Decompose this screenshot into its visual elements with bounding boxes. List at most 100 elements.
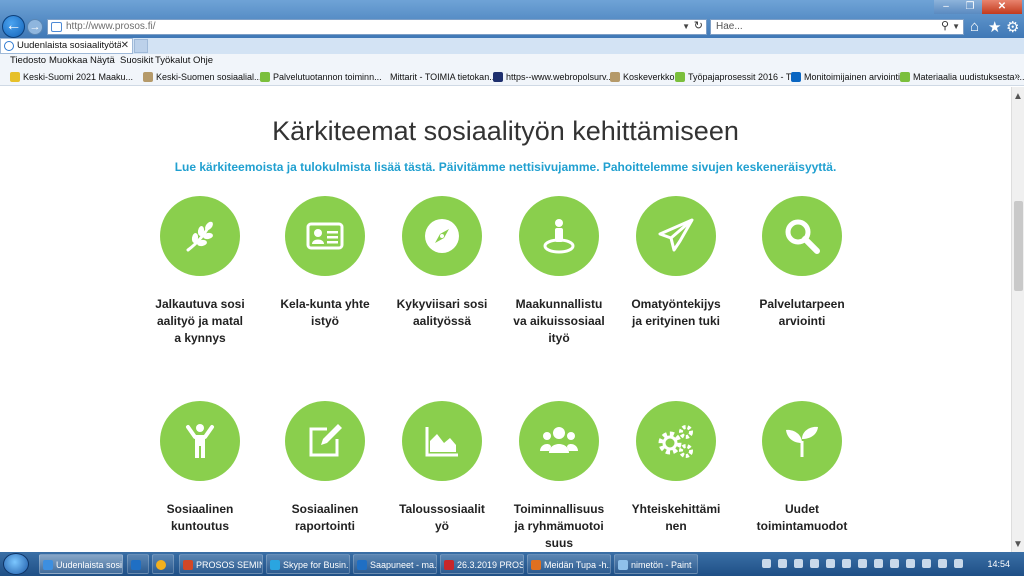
start-button[interactable] — [3, 553, 29, 575]
network-icon[interactable] — [954, 559, 963, 568]
theme-label[interactable]: Taloussosiaalityö — [396, 501, 488, 535]
theme-item-sosiaalinen-raportointi[interactable]: Sosiaalinen raportointi — [270, 401, 380, 535]
favorite-link[interactable]: https--www.webropolsurv... — [493, 68, 613, 86]
search-input[interactable]: Hae... ⚲ ▼ — [710, 19, 964, 35]
search-icon[interactable]: ⚲ — [941, 19, 949, 33]
menu-edit[interactable]: Muokkaa — [49, 54, 88, 68]
taskbar-item[interactable]: Meidän Tupa -h... — [527, 554, 611, 574]
theme-circle[interactable] — [402, 196, 482, 276]
theme-circle[interactable] — [160, 401, 240, 481]
favorite-link[interactable]: Palvelutuotannon toiminn... — [260, 68, 382, 86]
home-icon[interactable]: ⌂ — [970, 18, 979, 35]
theme-label[interactable]: Jalkautuva sosiaalityö ja matala kynnys — [154, 296, 246, 347]
tab-active[interactable]: Uudenlaista sosiaalityötä yh... ✕ — [0, 38, 133, 54]
tray-icon[interactable] — [826, 559, 835, 568]
favorite-link[interactable]: Mittarit - TOIMIA tietokan... — [377, 68, 497, 86]
forward-button[interactable]: → — [27, 19, 43, 35]
tray-icon[interactable] — [842, 559, 851, 568]
theme-circle[interactable] — [519, 196, 599, 276]
maximize-button[interactable]: ❐ — [958, 0, 982, 14]
scroll-down-icon[interactable]: ▼ — [1013, 539, 1023, 550]
theme-item-toiminnallisuus[interactable]: Toiminnallisuus ja ryhmämuotoisuus — [504, 401, 614, 552]
theme-label[interactable]: Kykyviisari sosiaalityössä — [396, 296, 488, 330]
theme-item-yhteiskehittaminen[interactable]: Yhteiskehittäminen — [621, 401, 731, 535]
theme-item-sosiaalinen-kuntoutus[interactable]: Sosiaalinen kuntoutus — [145, 401, 255, 535]
theme-circle[interactable] — [762, 401, 842, 481]
tray-icon[interactable] — [778, 559, 787, 568]
favorite-link[interactable]: Monitoimijainen arviointi — [791, 68, 900, 86]
menu-file[interactable]: Tiedosto — [10, 54, 46, 68]
menu-tools[interactable]: Työkalut — [155, 54, 190, 68]
theme-item-jalkautuva[interactable]: Jalkautuva sosiaalityö ja matala kynnys — [145, 196, 255, 347]
taskbar-item[interactable]: PROSOS SEMIN... — [179, 554, 263, 574]
menu-view[interactable]: Näytä — [90, 54, 115, 68]
outlook-icon — [357, 560, 367, 570]
theme-item-maakunnallistuva[interactable]: Maakunnallistuva aikuissosiaalityö — [504, 196, 614, 347]
address-bar[interactable]: http://www.prosos.fi/ ▼ ↻ — [47, 19, 707, 35]
theme-label[interactable]: Palvelutarpeen arviointi — [756, 296, 848, 330]
new-tab-button[interactable] — [134, 39, 148, 53]
vertical-scrollbar[interactable]: ▲ ▼ — [1011, 87, 1024, 552]
theme-label[interactable]: Maakunnallistuva aikuissosiaalityö — [513, 296, 605, 347]
tray-icon[interactable] — [762, 559, 771, 568]
settings-gear-icon[interactable]: ⚙ — [1006, 18, 1019, 36]
taskbar-item[interactable] — [152, 554, 174, 574]
scroll-up-icon[interactable]: ▲ — [1013, 91, 1023, 102]
taskbar-item[interactable]: 26.3.2019 PROS... — [440, 554, 524, 574]
theme-item-kela-kunta[interactable]: Kela-kunta yhteistyö — [270, 196, 380, 330]
tray-icon[interactable] — [810, 559, 819, 568]
search-dropdown-icon[interactable]: ▼ — [952, 20, 960, 34]
tab-close-icon[interactable]: ✕ — [121, 39, 129, 53]
taskbar-item[interactable] — [127, 554, 149, 574]
theme-circle[interactable] — [519, 401, 599, 481]
close-button[interactable]: ✕ — [982, 0, 1022, 14]
minimize-button[interactable]: – — [934, 0, 958, 14]
theme-circle[interactable] — [402, 401, 482, 481]
theme-circle[interactable] — [636, 401, 716, 481]
theme-item-taloussosiaalityo[interactable]: Taloussosiaalityö — [387, 401, 497, 535]
theme-label[interactable]: Sosiaalinen raportointi — [270, 501, 380, 535]
theme-item-palvelutarpeen[interactable]: Palvelutarpeen arviointi — [747, 196, 857, 330]
theme-item-uudet-toimintamuodot[interactable]: Uudet toimintamuodot — [747, 401, 857, 535]
theme-circle[interactable] — [285, 401, 365, 481]
theme-label[interactable]: Uudet toimintamuodot — [747, 501, 857, 535]
intro-link[interactable]: Lue kärkiteemoista ja tulokulmista lisää… — [0, 160, 1011, 174]
back-button[interactable]: ← — [2, 15, 25, 38]
taskbar-item[interactable]: Saapuneet - ma... — [353, 554, 437, 574]
theme-item-kykyviisari[interactable]: Kykyviisari sosiaalityössä — [387, 196, 497, 330]
address-dropdown-icon[interactable]: ▼ — [682, 20, 690, 34]
favorite-link[interactable]: Materiaalia uudistuksesta ... — [900, 68, 1024, 86]
favorite-link[interactable]: Keski-Suomi 2021 Maaku... — [10, 68, 133, 86]
theme-circle[interactable] — [636, 196, 716, 276]
tray-icon[interactable] — [906, 559, 915, 568]
taskbar-item[interactable]: Skype for Busin... — [266, 554, 350, 574]
theme-label[interactable]: Kela-kunta yhteistyö — [279, 296, 371, 330]
refresh-icon[interactable]: ↻ — [694, 19, 703, 33]
taskbar-item[interactable]: nimetön - Paint — [614, 554, 698, 574]
tray-icon[interactable] — [874, 559, 883, 568]
theme-label[interactable]: Toiminnallisuus ja ryhmämuotoisuus — [513, 501, 605, 552]
theme-label[interactable]: Yhteiskehittäminen — [630, 501, 722, 535]
scrollbar-thumb[interactable] — [1014, 201, 1023, 291]
menu-favorites[interactable]: Suosikit — [120, 54, 153, 68]
favorites-more-icon[interactable]: » — [1014, 68, 1020, 86]
favorite-link[interactable]: Keski-Suomen sosiaalial... — [143, 68, 262, 86]
favorite-link[interactable]: Koskeverkko — [610, 68, 675, 86]
favorites-star-icon[interactable]: ★ — [988, 18, 1001, 36]
tray-icon[interactable] — [922, 559, 931, 568]
tray-icon[interactable] — [794, 559, 803, 568]
tray-icon[interactable] — [890, 559, 899, 568]
theme-item-omatyontekijyys[interactable]: Omatyöntekijys ja erityinen tuki — [621, 196, 731, 330]
theme-circle[interactable] — [160, 196, 240, 276]
theme-label[interactable]: Sosiaalinen kuntoutus — [145, 501, 255, 535]
theme-circle[interactable] — [762, 196, 842, 276]
taskbar-clock[interactable]: 14:54 — [987, 552, 1010, 576]
menu-help[interactable]: Ohje — [193, 54, 213, 68]
volume-icon[interactable] — [938, 559, 947, 568]
tray-icon[interactable] — [858, 559, 867, 568]
address-url[interactable]: http://www.prosos.fi/ — [66, 20, 155, 34]
theme-circle[interactable] — [285, 196, 365, 276]
favorite-link[interactable]: Työpajaprosessit 2016 - T... — [675, 68, 798, 86]
theme-label[interactable]: Omatyöntekijys ja erityinen tuki — [630, 296, 722, 330]
taskbar-item[interactable]: Uudenlaista sosi... — [39, 554, 123, 574]
